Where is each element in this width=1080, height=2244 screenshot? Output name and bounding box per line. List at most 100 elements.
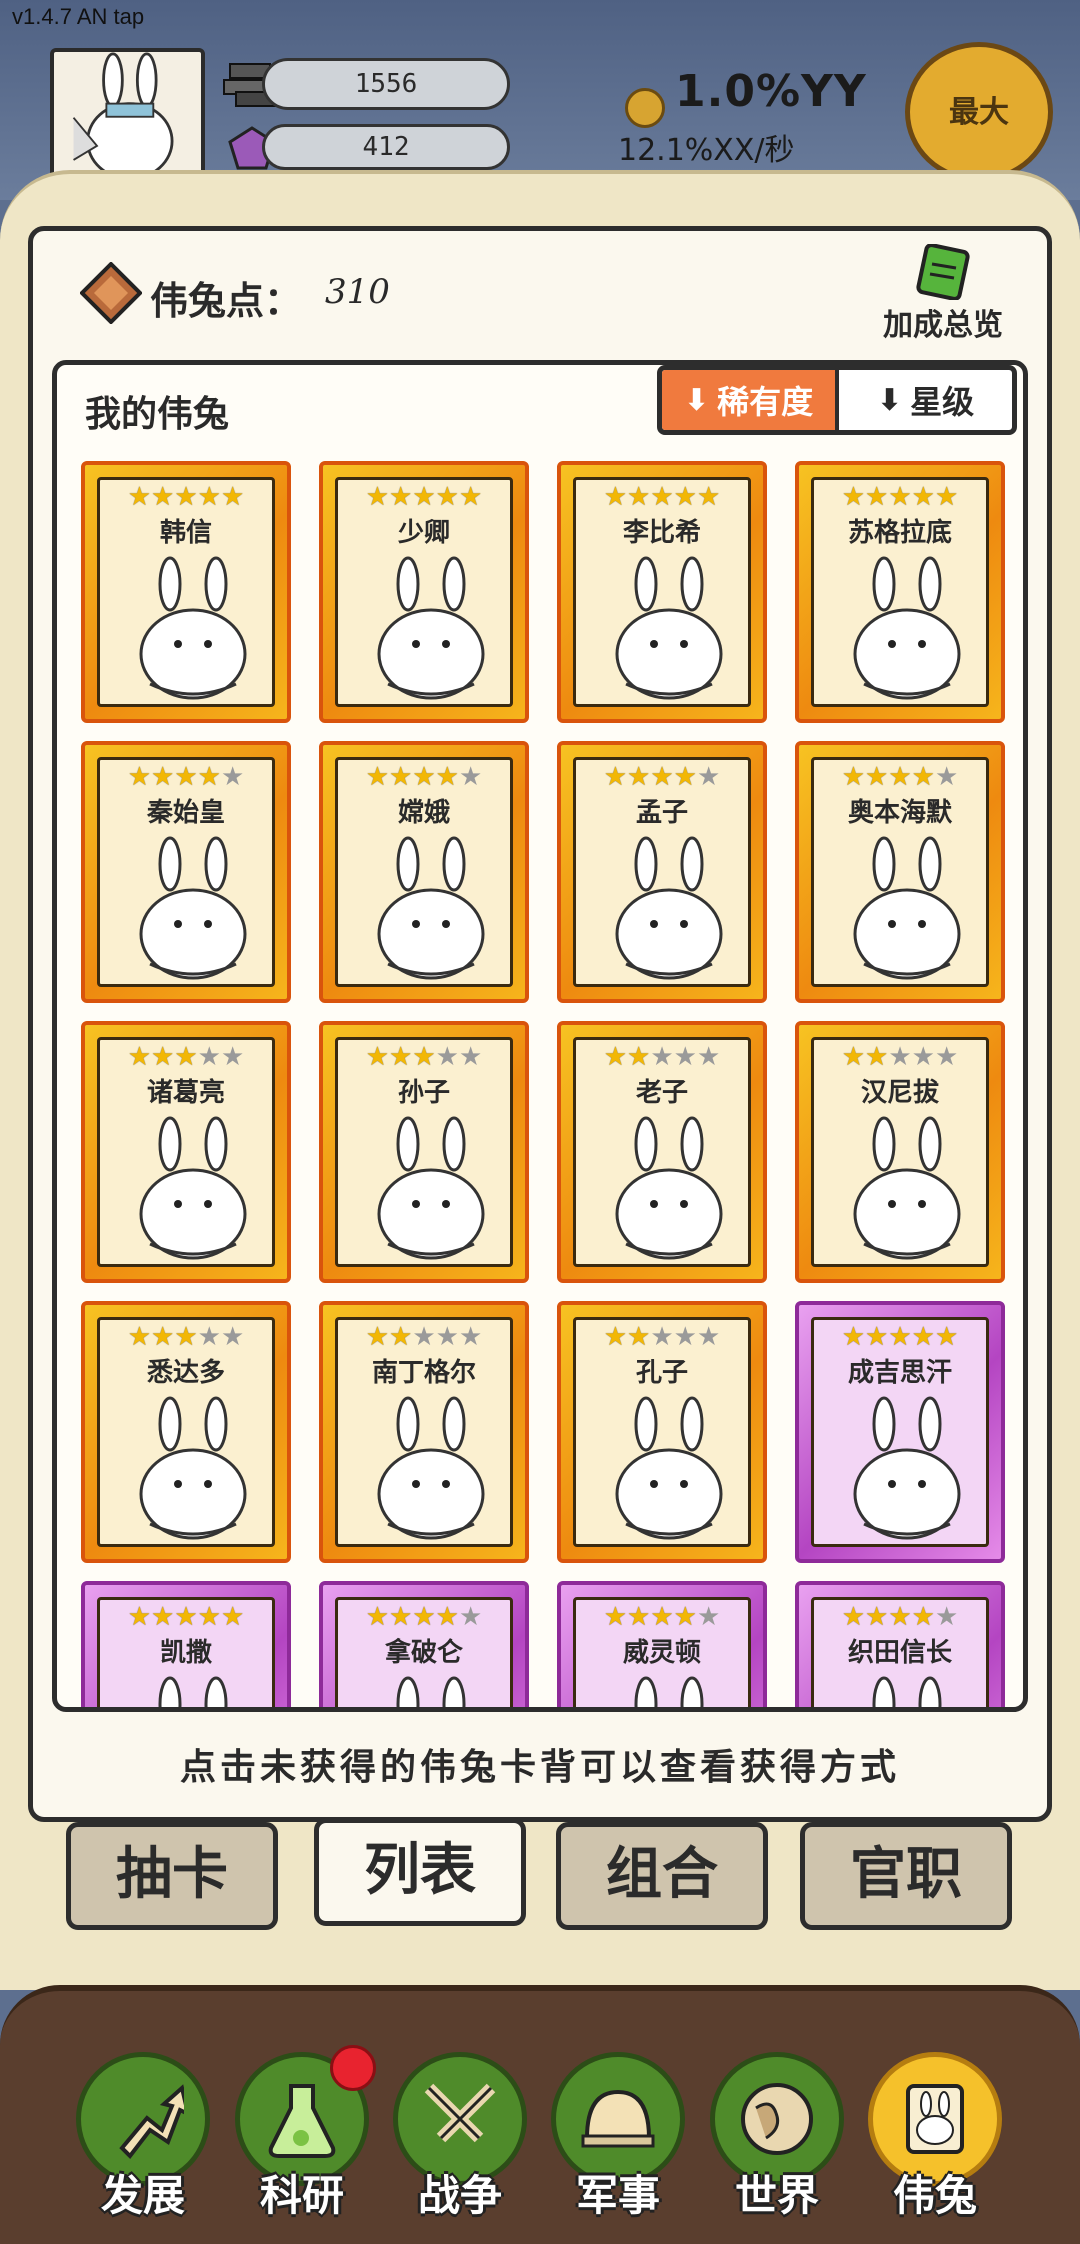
- star-icon: ★: [673, 482, 697, 512]
- version-label: v1.4.7 AN tap: [12, 4, 145, 29]
- star-icon: ★: [174, 1042, 198, 1072]
- star-icon: ★: [365, 1322, 390, 1352]
- rabbit-portrait: [377, 836, 485, 980]
- hero-card[interactable]: ★★★★★ 孟子: [557, 741, 767, 1003]
- star-icon: ★: [151, 1602, 175, 1632]
- star-rating: ★★★★★: [100, 482, 272, 512]
- stone-count: 1556: [262, 58, 510, 110]
- coin-icon: [625, 88, 665, 128]
- star-icon: ★: [127, 1602, 152, 1632]
- hero-card[interactable]: ★★★★★ 孔子: [557, 1301, 767, 1563]
- star-icon: ★: [650, 762, 674, 792]
- hero-card[interactable]: ★★★★★ 苏格拉底: [795, 461, 1005, 723]
- star-icon: ★: [696, 762, 721, 792]
- star-rating: ★★★★★: [338, 482, 510, 512]
- hero-card[interactable]: ★★★★★ 拿破仑: [319, 1581, 529, 1707]
- star-icon: ★: [696, 482, 721, 512]
- rabbit-portrait: [377, 1396, 485, 1540]
- hero-card[interactable]: ★★★★★ 老子: [557, 1021, 767, 1283]
- star-icon: ★: [220, 1602, 245, 1632]
- star-icon: ★: [458, 482, 483, 512]
- star-icon: ★: [934, 1322, 959, 1352]
- sort-by-star-button[interactable]: ⬇ 星级: [839, 370, 1012, 430]
- star-icon: ★: [603, 1322, 628, 1352]
- card-face: ★★★★★ 孟子: [573, 757, 751, 987]
- tab-office[interactable]: 官职: [800, 1822, 1012, 1930]
- rabbit-portrait: [615, 836, 723, 980]
- star-icon: ★: [650, 1322, 674, 1352]
- sort-star-label: 星级: [910, 383, 975, 421]
- star-icon: ★: [197, 1322, 221, 1352]
- star-icon: ★: [888, 1602, 912, 1632]
- player-avatar[interactable]: [50, 48, 205, 178]
- star-icon: ★: [603, 482, 628, 512]
- sort-rarity-label: 稀有度: [717, 383, 814, 421]
- hero-card[interactable]: ★★★★★ 少卿: [319, 461, 529, 723]
- hero-card[interactable]: ★★★★★ 奥本海默: [795, 741, 1005, 1003]
- star-rating: ★★★★★: [100, 762, 272, 792]
- sort-toggle: ⬇ 稀有度 ⬇ 星级: [657, 365, 1017, 435]
- nav-item-4[interactable]: 军事: [551, 2052, 685, 2220]
- tab-combo[interactable]: 组合: [556, 1822, 768, 1930]
- hero-card[interactable]: ★★★★★ 诸葛亮: [81, 1021, 291, 1283]
- card-name: 悉达多: [146, 1358, 225, 1388]
- hero-card[interactable]: ★★★★★ 嫦娥: [319, 741, 529, 1003]
- card-name: 成吉思汗: [847, 1358, 952, 1388]
- card-name: 秦始皇: [146, 798, 225, 828]
- rabbit-portrait: [634, 1676, 704, 1707]
- star-icon: ★: [650, 482, 674, 512]
- star-icon: ★: [841, 1602, 866, 1632]
- star-rating: ★★★★★: [576, 482, 748, 512]
- rabbit-portrait: [139, 556, 247, 700]
- hero-card[interactable]: ★★★★★ 韩信: [81, 461, 291, 723]
- bonus-overview-button[interactable]: 加成总览: [868, 244, 1018, 344]
- nav-item-6[interactable]: 伟兔: [868, 2052, 1002, 2220]
- card-name: 李比希: [622, 518, 701, 548]
- rabbit-portrait: [377, 1116, 485, 1260]
- hero-card[interactable]: ★★★★★ 孙子: [319, 1021, 529, 1283]
- sort-by-rarity-button[interactable]: ⬇ 稀有度: [662, 370, 839, 430]
- rabbit-portrait: [139, 1396, 247, 1540]
- nav-item-5[interactable]: 世界: [710, 2052, 844, 2220]
- card-face: ★★★★★ 诸葛亮: [97, 1037, 275, 1267]
- points-label: 伟兔点：: [150, 279, 303, 323]
- rabbit-portrait: [853, 836, 961, 980]
- star-rating: ★★★★★: [338, 1042, 510, 1072]
- hero-card[interactable]: ★★★★★ 汉尼拔: [795, 1021, 1005, 1283]
- star-icon: ★: [911, 762, 935, 792]
- star-icon: ★: [841, 762, 866, 792]
- star-icon: ★: [934, 762, 959, 792]
- hero-card[interactable]: ★★★★★ 南丁格尔: [319, 1301, 529, 1563]
- max-button[interactable]: 最大: [905, 42, 1053, 182]
- hero-card[interactable]: ★★★★★ 李比希: [557, 461, 767, 723]
- hero-card[interactable]: ★★★★★ 凯撒: [81, 1581, 291, 1707]
- star-icon: ★: [389, 1042, 413, 1072]
- tab-draw[interactable]: 抽卡: [66, 1822, 278, 1930]
- hero-card[interactable]: ★★★★★ 秦始皇: [81, 741, 291, 1003]
- star-icon: ★: [220, 762, 245, 792]
- star-icon: ★: [389, 482, 413, 512]
- star-rating: ★★★★★: [576, 1042, 748, 1072]
- star-icon: ★: [865, 482, 889, 512]
- card-name: 威灵顿: [622, 1638, 701, 1668]
- rabbit-portrait: [872, 1676, 942, 1707]
- hero-card[interactable]: ★★★★★ 织田信长: [795, 1581, 1005, 1707]
- nav-item-3[interactable]: 战争: [393, 2052, 527, 2220]
- rabbit-portrait: [139, 1116, 247, 1260]
- card-face: ★★★★★ 秦始皇: [97, 757, 275, 987]
- card-face: ★★★★★ 悉达多: [97, 1317, 275, 1547]
- star-icon: ★: [911, 1322, 935, 1352]
- rabbit-portrait: [615, 1116, 723, 1260]
- rabbit-portrait: [396, 1676, 466, 1707]
- hero-card[interactable]: ★★★★★ 成吉思汗: [795, 1301, 1005, 1563]
- nav-item-1[interactable]: 发展: [76, 2052, 210, 2220]
- tab-list[interactable]: 列表: [314, 1818, 526, 1926]
- star-icon: ★: [435, 1322, 459, 1352]
- card-name: 南丁格尔: [371, 1358, 476, 1388]
- bonus-overview-label: 加成总览: [883, 308, 1003, 343]
- star-icon: ★: [174, 1322, 198, 1352]
- star-icon: ★: [841, 1322, 866, 1352]
- hero-card[interactable]: ★★★★★ 威灵顿: [557, 1581, 767, 1707]
- star-icon: ★: [911, 1042, 935, 1072]
- hero-card[interactable]: ★★★★★ 悉达多: [81, 1301, 291, 1563]
